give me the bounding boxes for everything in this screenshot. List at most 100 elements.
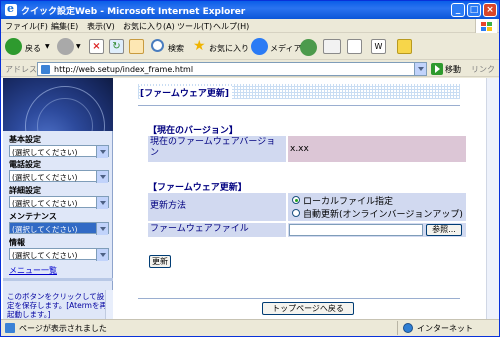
address-input[interactable]: http://web.setup/index_frame.html: [37, 62, 427, 76]
sidebar-divider: [3, 278, 113, 281]
current-version-label: 現在のファームウェアバージョン: [148, 136, 286, 162]
update-heading: 【ファームウェア更新】: [148, 183, 247, 193]
current-version-heading: 【現在のバージョン】: [148, 126, 238, 136]
menu-edit[interactable]: 編集(E): [51, 21, 78, 32]
sidebar-group-maintenance: メンテナンス (選択してください): [9, 212, 109, 235]
menu-help[interactable]: ヘルプ(H): [213, 21, 249, 32]
browse-button[interactable]: 参照...: [426, 224, 462, 236]
chevron-down-icon[interactable]: [96, 197, 108, 209]
maintenance-select[interactable]: (選択してください): [9, 222, 109, 235]
search-icon: [151, 39, 164, 52]
home-icon[interactable]: [129, 39, 144, 54]
update-method-options: ローカルファイル指定 自動更新(オンラインバージョンアップ): [288, 193, 466, 221]
search-button[interactable]: 検索: [151, 37, 191, 57]
sidebar-group-label: 基本設定: [9, 135, 41, 144]
internet-globe-icon: [403, 323, 413, 333]
chevron-down-icon[interactable]: [96, 146, 108, 158]
forward-arrow-icon: [57, 38, 74, 55]
go-arrow-icon[interactable]: [431, 63, 443, 75]
mail-icon[interactable]: [323, 39, 341, 54]
address-url: http://web.setup/index_frame.html: [54, 65, 194, 74]
divider: [397, 321, 398, 335]
radio-local-file-label[interactable]: ローカルファイル指定: [303, 194, 393, 207]
current-version-row: 現在のファームウェアバージョン x.xx: [148, 136, 466, 162]
radio-auto-update-label[interactable]: 自動更新(オンラインバージョンアップ): [303, 207, 463, 220]
chevron-down-icon: ▼: [76, 43, 81, 50]
sidebar-scrollbar[interactable]: [105, 290, 113, 319]
sidebar-group-phone: 電話設定 (選択してください): [9, 160, 109, 183]
minimize-button[interactable]: _: [451, 3, 465, 17]
page-icon: [5, 323, 15, 333]
radio-auto-update[interactable]: [292, 209, 300, 217]
firmware-file-cell: 参照...: [288, 223, 466, 237]
status-bar: ページが表示されました インターネット: [1, 319, 499, 336]
sidebar-group-label: 詳細設定: [9, 186, 41, 195]
stop-icon[interactable]: ×: [89, 39, 104, 54]
sidebar: 基本設定 (選択してください) 電話設定 (選択してください) 詳細設定 (選択…: [3, 78, 113, 319]
chevron-down-icon[interactable]: [96, 223, 108, 235]
basic-settings-select[interactable]: (選択してください): [9, 145, 109, 158]
sidebar-group-advanced: 詳細設定 (選択してください): [9, 186, 109, 209]
favorites-button[interactable]: ★ お気に入り: [193, 37, 249, 57]
status-text: ページが表示されました: [19, 324, 107, 333]
sidebar-group-label: 電話設定: [9, 160, 41, 169]
update-button[interactable]: 更新: [149, 255, 171, 268]
page-title: [ファームウェア更新]: [140, 86, 232, 99]
info-select[interactable]: (選択してください): [9, 248, 109, 261]
refresh-icon[interactable]: ↻: [109, 39, 124, 54]
edit-icon[interactable]: W: [371, 39, 386, 54]
sidebar-group-label: 情報: [9, 238, 25, 247]
back-button[interactable]: 戻る ▼: [5, 37, 53, 57]
divider: [138, 105, 460, 106]
content-area: 基本設定 (選択してください) 電話設定 (選択してください) 詳細設定 (選択…: [1, 78, 499, 319]
current-version-cell: x.xx: [288, 136, 466, 162]
top-page-button[interactable]: トップページへ戻る: [262, 302, 354, 315]
phone-settings-select[interactable]: (選択してください): [9, 170, 109, 183]
update-method-label: 更新方法: [148, 193, 286, 221]
title-bar: クイック設定Web - Microsoft Internet Explorer …: [1, 1, 499, 19]
messenger-icon[interactable]: [397, 39, 412, 54]
update-method-row: 更新方法 ローカルファイル指定 自動更新(オンラインバージョンアップ): [148, 193, 466, 221]
save-note: このボタンをクリックして設定を保存します。[Atermを再起動します。]: [7, 292, 107, 319]
menu-list-link[interactable]: メニュー一覧: [9, 265, 57, 276]
history-icon[interactable]: [300, 39, 317, 56]
forward-button[interactable]: ▼: [57, 37, 83, 57]
page-title-bar: [ファームウェア更新]: [138, 84, 460, 99]
toolbar: 戻る ▼ ▼ × ↻ 検索 ★ お気に入り メディア W: [1, 34, 499, 60]
advanced-settings-select[interactable]: (選択してください): [9, 196, 109, 209]
menu-bar: ファイル(F) 編集(E) 表示(V) お気に入り(A) ツール(T) ヘルプ(…: [1, 19, 499, 33]
main-scrollbar[interactable]: [486, 78, 499, 319]
main-frame: [ファームウェア更新] 【現在のバージョン】 現在のファームウェアバージョン x…: [114, 78, 486, 319]
sidebar-group-basic: 基本設定 (選択してください): [9, 135, 109, 158]
back-arrow-icon: [5, 38, 22, 55]
menu-tools[interactable]: ツール(T): [177, 21, 212, 32]
print-icon[interactable]: [347, 39, 362, 54]
sidebar-banner: [3, 78, 113, 131]
window-title: クイック設定Web - Microsoft Internet Explorer: [21, 7, 246, 17]
menu-file[interactable]: ファイル(F): [5, 21, 48, 32]
close-button[interactable]: ×: [483, 3, 497, 17]
chevron-down-icon[interactable]: [414, 63, 426, 75]
radio-local-file[interactable]: [292, 196, 300, 204]
address-bar: アドレス(D) http://web.setup/index_frame.htm…: [1, 61, 499, 77]
browser-window: クイック設定Web - Microsoft Internet Explorer …: [0, 0, 500, 337]
current-version-value: x.xx: [290, 144, 309, 154]
divider: [138, 298, 460, 299]
media-icon: [251, 38, 268, 55]
page-icon: [41, 65, 50, 74]
media-button[interactable]: メディア: [251, 37, 301, 57]
menu-view[interactable]: 表示(V): [87, 21, 115, 32]
firmware-file-row: ファームウェアファイル 参照...: [148, 223, 466, 237]
star-icon: ★: [193, 38, 206, 54]
go-button[interactable]: 移動: [445, 64, 461, 75]
chevron-down-icon[interactable]: [96, 249, 108, 261]
sidebar-group-label: メンテナンス: [9, 212, 57, 221]
windows-logo-icon: [475, 19, 497, 33]
firmware-file-input[interactable]: [289, 224, 423, 236]
security-zone: インターネット: [417, 324, 473, 333]
firmware-file-label: ファームウェアファイル: [148, 223, 286, 237]
chevron-down-icon[interactable]: [96, 171, 108, 183]
maximize-button[interactable]: □: [467, 3, 481, 17]
menu-favorites[interactable]: お気に入り(A): [123, 21, 175, 32]
links-label[interactable]: リンク: [471, 64, 495, 75]
